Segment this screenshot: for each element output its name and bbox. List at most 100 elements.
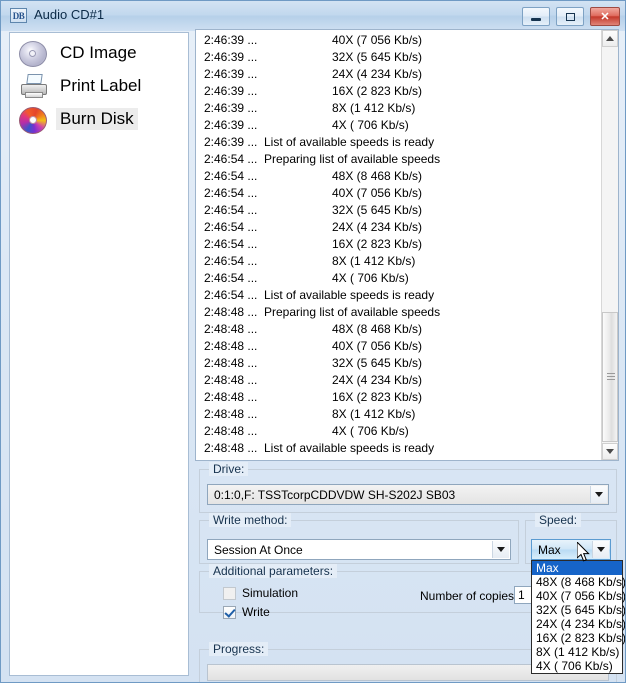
log-row[interactable]: 2:46:39 ... 40X (7 056 Kb/s): [196, 32, 600, 49]
chevron-down-icon[interactable]: [592, 541, 609, 558]
log-row[interactable]: 2:48:48 ... 32X (5 645 Kb/s): [196, 355, 600, 372]
log-row[interactable]: 2:46:39 ... 8X (1 412 Kb/s): [196, 100, 600, 117]
log-row-message: 40X (7 056 Kb/s): [332, 33, 423, 47]
close-icon: ✕: [600, 11, 610, 23]
log-row[interactable]: 2:46:54 ... 16X (2 823 Kb/s): [196, 236, 600, 253]
log-row[interactable]: 2:48:48 ... Preparing list of available s…: [196, 304, 600, 321]
speed-option[interactable]: 32X (5 645 Kb/s): [532, 603, 625, 617]
log-row-message: 8X (1 412 Kb/s): [332, 101, 416, 115]
log-row-time: 2:46:39 ...: [204, 101, 258, 115]
speed-option[interactable]: 8X (1 412 Kb/s): [532, 645, 622, 659]
log-row[interactable]: 2:46:54 ... 24X (4 234 Kb/s): [196, 219, 600, 236]
log-row-message: Preparing list of available speeds: [264, 305, 441, 319]
log-row[interactable]: 2:48:48 ... List of available speeds is r…: [196, 440, 600, 457]
drive-select[interactable]: 0:1:0,F: TSSTcorpCDDVDW SH-S202J SB03: [207, 484, 609, 505]
log-row-message: 16X (2 823 Kb/s): [332, 390, 423, 404]
rainbow-disc-icon: [18, 105, 50, 135]
log-row-time: 2:46:54 ...: [204, 186, 258, 200]
log-row-time: 2:46:54 ...: [204, 237, 258, 251]
log-row-time: 2:48:48 ...: [204, 424, 258, 438]
simulation-label: Simulation: [242, 586, 299, 600]
log-row-time: 2:46:54 ...: [204, 288, 258, 302]
write-method-select-value: Session At Once: [214, 542, 303, 557]
scroll-up-button[interactable]: [602, 30, 618, 47]
simulation-checkbox[interactable]: [223, 587, 236, 600]
speed-option[interactable]: 4X ( 706 Kb/s): [532, 659, 622, 673]
log-row-time: 2:48:48 ...: [204, 407, 258, 421]
speed-select[interactable]: Max: [531, 539, 611, 560]
log-row[interactable]: 2:48:48 ... 8X (1 412 Kb/s): [196, 406, 600, 423]
chevron-up-icon: [606, 36, 614, 41]
log-row[interactable]: 2:46:54 ... Preparing list of available s…: [196, 151, 600, 168]
log-row[interactable]: 2:48:48 ... 4X ( 706 Kb/s): [196, 423, 600, 440]
log-row-message: 8X (1 412 Kb/s): [332, 254, 416, 268]
maximize-icon: [557, 8, 583, 25]
log-row[interactable]: 2:46:39 ... 24X (4 234 Kb/s): [196, 66, 600, 83]
sidebar-item-burn-disk[interactable]: Burn Disk: [10, 103, 190, 136]
speed-option[interactable]: 40X (7 056 Kb/s): [532, 589, 625, 603]
log-row-message: 48X (8 468 Kb/s): [332, 169, 423, 183]
sidebar-item-label: CD Image: [60, 43, 137, 62]
application-window: DB Audio CD#1 ✕ CD Image Print Label Bur…: [0, 0, 626, 683]
write-checkbox[interactable]: [223, 606, 236, 619]
log-row[interactable]: 2:46:54 ... 8X (1 412 Kb/s): [196, 253, 600, 270]
log-row[interactable]: 2:46:39 ... List of available speeds is r…: [196, 134, 600, 151]
sidebar: CD Image Print Label Burn Disk: [9, 32, 189, 676]
write-method-group-legend: Write method:: [209, 513, 292, 527]
log-row[interactable]: 2:46:39 ... 32X (5 645 Kb/s): [196, 49, 600, 66]
speed-dropdown-list[interactable]: Max 48X (8 468 Kb/s) 40X (7 056 Kb/s) 32X (…: [531, 560, 625, 674]
speed-option[interactable]: 16X (2 823 Kb/s): [532, 631, 625, 645]
log-row[interactable]: 2:46:54 ... 40X (7 056 Kb/s): [196, 185, 600, 202]
maximize-button[interactable]: [556, 7, 584, 26]
log-row-message: 32X (5 645 Kb/s): [332, 203, 423, 217]
log-row[interactable]: 2:48:48 ... 24X (4 234 Kb/s): [196, 372, 600, 389]
scroll-down-button[interactable]: [602, 443, 618, 460]
log-row[interactable]: 2:46:54 ... List of available speeds is r…: [196, 287, 600, 304]
log-row-time: 2:46:54 ...: [204, 220, 258, 234]
log-row[interactable]: 2:46:54 ... 48X (8 468 Kb/s): [196, 168, 600, 185]
log-row[interactable]: 2:46:39 ... 4X ( 706 Kb/s): [196, 117, 600, 134]
log-row[interactable]: 2:46:54 ... 32X (5 645 Kb/s): [196, 202, 600, 219]
log-row-message: 40X (7 056 Kb/s): [332, 339, 423, 353]
log-vertical-scrollbar[interactable]: [601, 30, 618, 460]
log-row-message: 16X (2 823 Kb/s): [332, 84, 423, 98]
log-row-message: List of available speeds is ready: [264, 441, 435, 455]
drive-group-legend: Drive:: [209, 462, 249, 476]
log-row[interactable]: 2:48:48 ... 48X (8 468 Kb/s): [196, 321, 600, 338]
log-row[interactable]: 2:48:48 ... 16X (2 823 Kb/s): [196, 389, 600, 406]
sidebar-item-print-label[interactable]: Print Label: [10, 70, 190, 103]
log-row[interactable]: 2:46:54 ... 4X ( 706 Kb/s): [196, 270, 600, 287]
cd-disc-icon: [18, 39, 50, 69]
scrollbar-thumb[interactable]: [602, 312, 618, 442]
sidebar-item-cd-image[interactable]: CD Image: [10, 37, 190, 70]
log-row-time: 2:46:54 ...: [204, 254, 258, 268]
additional-parameters-legend: Additional parameters:: [209, 564, 338, 578]
chevron-down-icon[interactable]: [492, 541, 509, 558]
log-list[interactable]: 2:46:39 ... 40X (7 056 Kb/s) 2:46:39 ... 32…: [195, 29, 619, 461]
sidebar-item-label: Print Label: [60, 76, 142, 95]
chevron-down-icon: [606, 449, 614, 454]
log-row-time: 2:46:54 ...: [204, 203, 258, 217]
minimize-button[interactable]: [522, 7, 550, 26]
speed-option[interactable]: 48X (8 468 Kb/s): [532, 575, 625, 589]
log-row[interactable]: 2:48:48 ... 40X (7 056 Kb/s): [196, 338, 600, 355]
close-button[interactable]: ✕: [590, 7, 620, 26]
log-row-message: List of available speeds is ready: [264, 288, 435, 302]
number-of-copies-label: Number of copies:: [420, 589, 518, 603]
log-row-time: 2:46:39 ...: [204, 33, 258, 47]
db-logo-icon: DB: [10, 8, 27, 23]
log-row-message: 4X ( 706 Kb/s): [332, 118, 409, 132]
chevron-down-icon[interactable]: [590, 486, 607, 503]
log-row-message: 24X (4 234 Kb/s): [332, 220, 423, 234]
log-row-time: 2:46:39 ...: [204, 135, 258, 149]
speed-option[interactable]: 24X (4 234 Kb/s): [532, 617, 625, 631]
log-row[interactable]: 2:46:39 ... 16X (2 823 Kb/s): [196, 83, 600, 100]
log-row-message: 4X ( 706 Kb/s): [332, 271, 409, 285]
log-row-time: 2:48:48 ...: [204, 305, 258, 319]
log-row-message: 4X ( 706 Kb/s): [332, 424, 409, 438]
write-method-select[interactable]: Session At Once: [207, 539, 511, 560]
log-row-time: 2:46:39 ...: [204, 118, 258, 132]
drive-select-value: 0:1:0,F: TSSTcorpCDDVDW SH-S202J SB03: [214, 487, 456, 502]
speed-option[interactable]: Max: [532, 561, 622, 575]
log-row-message: 8X (1 412 Kb/s): [332, 407, 416, 421]
